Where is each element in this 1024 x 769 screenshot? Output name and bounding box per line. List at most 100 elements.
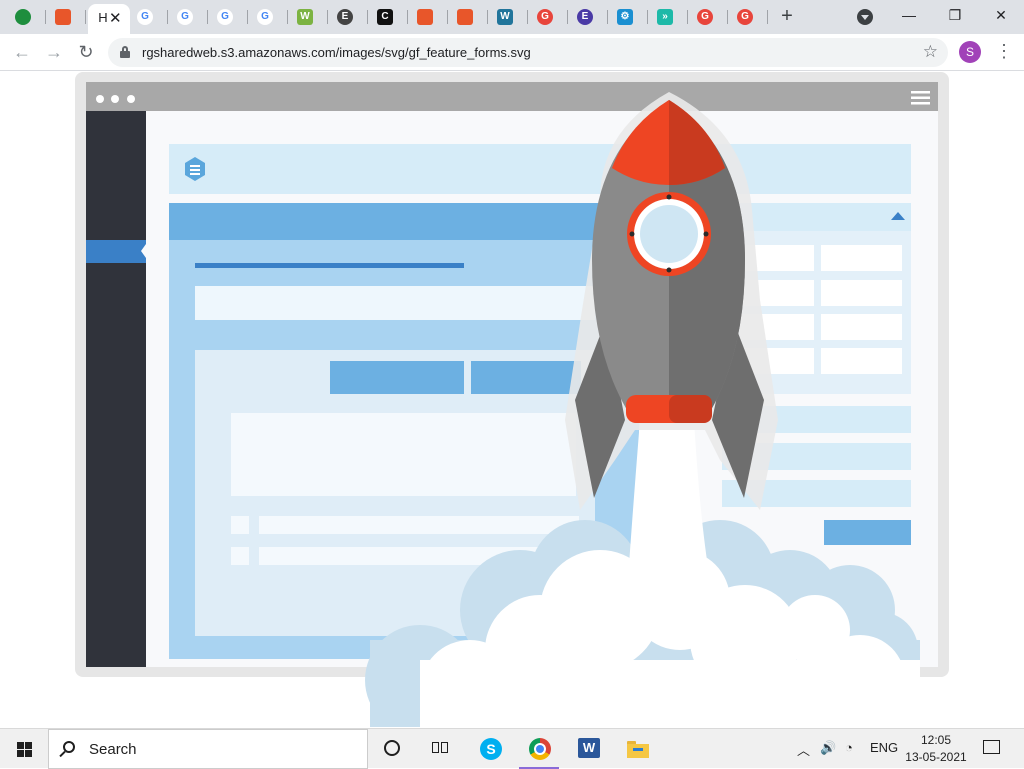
hamburger-icon bbox=[911, 91, 930, 105]
google-icon: G bbox=[217, 9, 233, 25]
bookmark-star-icon[interactable]: ☆ bbox=[923, 42, 938, 62]
form-textarea bbox=[231, 413, 576, 496]
task-view-button[interactable] bbox=[416, 729, 464, 769]
checkbox-2 bbox=[231, 547, 249, 565]
browser-tab[interactable]: W bbox=[488, 4, 528, 30]
reload-button[interactable]: ↻ bbox=[74, 40, 98, 64]
windows-taskbar: Search S W ︿ 🔊 ◔ ENG 12:05 13-05-2021 bbox=[0, 728, 1024, 769]
g-red-icon: G bbox=[737, 9, 753, 25]
green-circle-icon bbox=[15, 9, 31, 25]
tab-separator bbox=[85, 10, 86, 24]
chrome-taskbar-button[interactable] bbox=[515, 729, 563, 769]
c-icon: C bbox=[377, 9, 393, 25]
window-dot-icon bbox=[96, 95, 104, 103]
wordpress-icon: W bbox=[497, 9, 513, 25]
browser-tab[interactable]: W bbox=[288, 4, 328, 30]
close-tab-icon[interactable]: ✕ bbox=[109, 9, 122, 27]
page-content bbox=[0, 72, 1024, 727]
form-title-line bbox=[195, 263, 464, 268]
browser-tab[interactable]: » bbox=[648, 4, 688, 30]
lock-icon[interactable] bbox=[120, 46, 130, 58]
purple-circle-icon: E bbox=[577, 9, 593, 25]
illustration-sidebar bbox=[86, 111, 146, 667]
form-panel-header bbox=[169, 203, 619, 240]
chrome-icon bbox=[529, 738, 551, 760]
browser-tab[interactable]: ⚙ bbox=[608, 4, 648, 30]
browser-tab[interactable]: G bbox=[528, 4, 568, 30]
browser-tab[interactable]: G bbox=[128, 4, 168, 30]
browser-tab[interactable]: C bbox=[368, 4, 408, 30]
url-text[interactable]: rgsharedweb.s3.amazonaws.com/images/svg/… bbox=[142, 45, 531, 60]
g-red-icon: G bbox=[697, 9, 713, 25]
address-bar[interactable]: rgsharedweb.s3.amazonaws.com/images/svg/… bbox=[108, 38, 948, 67]
taskbar-clock[interactable]: 12:05 13-05-2021 bbox=[904, 732, 968, 766]
word-icon: W bbox=[578, 738, 600, 758]
tab-separator bbox=[767, 10, 768, 24]
google-icon: G bbox=[137, 9, 153, 25]
taskbar-search-box[interactable]: Search bbox=[48, 729, 368, 769]
cortana-button[interactable] bbox=[368, 729, 416, 769]
arrows-icon: » bbox=[657, 9, 673, 25]
start-button[interactable] bbox=[0, 729, 48, 769]
close-window-button[interactable]: ✕ bbox=[978, 0, 1024, 32]
orange-square-icon bbox=[417, 9, 433, 25]
browser-tab[interactable] bbox=[46, 4, 86, 30]
sidebar-active-item bbox=[86, 240, 146, 263]
window-dot-icon bbox=[111, 95, 119, 103]
window-dot-icon bbox=[127, 95, 135, 103]
browser-tab[interactable] bbox=[408, 4, 448, 30]
checkbox-label-1 bbox=[259, 516, 579, 534]
browser-tab[interactable]: E bbox=[568, 4, 608, 30]
profile-avatar[interactable]: S bbox=[959, 41, 981, 63]
browser-menu-icon[interactable]: ⋮ bbox=[995, 40, 1013, 64]
google-icon: G bbox=[257, 9, 273, 25]
search-icon bbox=[63, 741, 75, 753]
browser-tab[interactable]: G bbox=[688, 4, 728, 30]
restore-button[interactable]: ❐ bbox=[932, 0, 978, 32]
forward-button[interactable]: → bbox=[42, 40, 66, 64]
browser-toolbar: ← → ↻ rgsharedweb.s3.amazonaws.com/image… bbox=[0, 34, 1024, 71]
browser-tab[interactable]: G bbox=[168, 4, 208, 30]
skype-taskbar-button[interactable]: S bbox=[466, 729, 514, 769]
checkbox-1 bbox=[231, 516, 249, 534]
browser-tab[interactable] bbox=[448, 4, 488, 30]
browser-tab[interactable] bbox=[6, 4, 46, 30]
taskbar-search-placeholder: Search bbox=[89, 741, 137, 758]
browser-tab[interactable]: G bbox=[728, 4, 768, 30]
file-explorer-icon bbox=[627, 738, 649, 758]
notifications-icon[interactable] bbox=[983, 740, 1000, 754]
tab-active[interactable]: H ✕ bbox=[88, 4, 130, 34]
browser-tab[interactable]: G bbox=[248, 4, 288, 30]
file-explorer-taskbar-button[interactable] bbox=[613, 729, 661, 769]
language-indicator[interactable]: ENG bbox=[870, 740, 898, 755]
illustration-titlebar bbox=[86, 82, 938, 111]
megaphone-icon bbox=[457, 9, 473, 25]
wifi-icon[interactable]: ◔ bbox=[845, 740, 853, 755]
browser-tab[interactable]: G bbox=[208, 4, 248, 30]
g-red-icon: G bbox=[537, 9, 553, 25]
clock-date: 13-05-2021 bbox=[905, 750, 967, 764]
illustration-header bbox=[169, 144, 911, 194]
circle-e-icon: E bbox=[337, 9, 353, 25]
new-tab-button[interactable]: + bbox=[776, 5, 798, 27]
back-button[interactable]: ← bbox=[10, 40, 34, 64]
windows-logo-icon bbox=[17, 742, 24, 749]
form-button-1 bbox=[330, 361, 464, 394]
orange-square-icon bbox=[55, 9, 71, 25]
clock-time: 12:05 bbox=[920, 733, 952, 747]
task-view-icon bbox=[430, 738, 450, 758]
word-taskbar-button[interactable]: W bbox=[564, 729, 612, 769]
browser-tab[interactable]: E bbox=[328, 4, 368, 30]
show-hidden-icons-chevron-icon[interactable]: ︿ bbox=[797, 740, 810, 759]
form-input bbox=[195, 286, 595, 320]
tab-search-icon[interactable] bbox=[857, 9, 873, 25]
w-icon: W bbox=[297, 9, 313, 25]
forms-rocket-illustration bbox=[75, 72, 949, 727]
gear-box-icon: ⚙ bbox=[617, 9, 633, 25]
volume-icon[interactable]: 🔊 bbox=[820, 740, 836, 756]
side-submit-button bbox=[824, 520, 911, 545]
form-button-2 bbox=[471, 361, 581, 394]
tab-strip: + — ❐ ✕ H ✕ G G G G W E C W G E ⚙ » G G bbox=[0, 0, 1024, 34]
minimize-button[interactable]: — bbox=[886, 0, 932, 32]
google-icon: G bbox=[177, 9, 193, 25]
